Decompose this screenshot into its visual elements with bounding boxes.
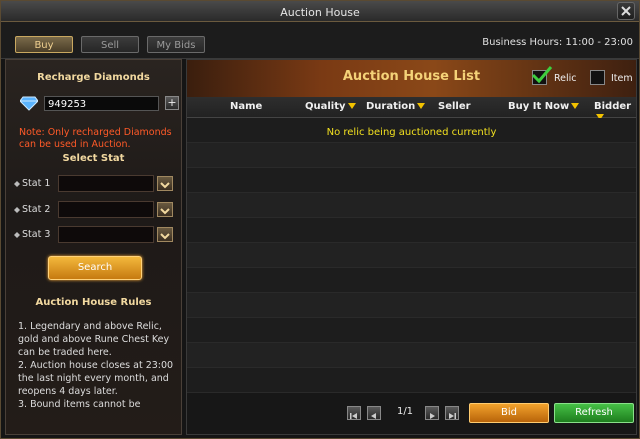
table-row <box>187 218 636 243</box>
column-duration[interactable]: Duration <box>366 101 426 112</box>
table-row <box>187 193 636 218</box>
window-title: Auction House <box>280 6 360 19</box>
sort-arrow-icon <box>571 103 580 109</box>
stat-1-dropdown-button[interactable] <box>157 176 173 191</box>
bullet-icon <box>14 232 20 238</box>
list-header: Name Quality Duration Seller Buy It Now … <box>187 97 636 120</box>
rule-item: 1. Legendary and above Relic, gold and a… <box>18 321 170 358</box>
stat-2-select[interactable] <box>58 201 154 218</box>
first-page-button[interactable] <box>347 406 361 420</box>
stat-label: Stat 3 <box>22 229 51 240</box>
table-row <box>187 243 636 268</box>
column-buy-it-now[interactable]: Buy It Now <box>508 101 580 112</box>
empty-message: No relic being auctioned currently <box>326 127 497 138</box>
column-duration-label: Duration <box>366 101 416 112</box>
bullet-icon <box>14 207 20 213</box>
tab-my-bids[interactable]: My Bids <box>147 36 205 53</box>
bid-button[interactable]: Bid <box>469 403 549 423</box>
search-button[interactable]: Search <box>48 256 142 280</box>
column-name: Name <box>230 101 263 112</box>
last-page-icon <box>449 413 456 419</box>
stat-label: Stat 2 <box>22 204 51 215</box>
next-page-button[interactable] <box>425 406 439 420</box>
stat-row-2: Stat 2 <box>14 201 176 219</box>
tab-sell[interactable]: Sell <box>81 36 139 53</box>
stat-row-3: Stat 3 <box>14 226 176 244</box>
column-quality-label: Quality <box>305 101 346 112</box>
auction-house-window: Auction House Buy Sell My Bids Business … <box>0 0 640 439</box>
first-page-icon <box>350 413 357 419</box>
prev-page-button[interactable] <box>367 406 381 420</box>
stat-3-select[interactable] <box>58 226 154 243</box>
list-banner: Auction House List Relic Item <box>187 60 636 97</box>
next-page-icon <box>430 413 435 419</box>
auction-list-panel: Auction House List Relic Item Name Quali… <box>186 59 637 435</box>
left-panel: Recharge Diamonds 949253 + Note: Only re… <box>5 59 182 435</box>
relic-filter-label: Relic <box>554 73 577 84</box>
diamond-balance: 949253 <box>44 96 159 111</box>
rules-title: Auction House Rules <box>35 297 152 308</box>
title-bar: Auction House <box>1 1 639 22</box>
diamond-note: Note: Only recharged Diamonds can be use… <box>19 127 172 150</box>
business-hours: Business Hours: 11:00 - 23:00 <box>482 37 633 48</box>
tab-buy[interactable]: Buy <box>15 36 73 53</box>
table-row <box>187 368 636 393</box>
table-row <box>187 168 636 193</box>
select-stat-title: Select Stat <box>62 153 125 164</box>
item-checkbox[interactable] <box>590 70 605 85</box>
close-button[interactable] <box>617 2 635 20</box>
column-seller: Seller <box>438 101 471 112</box>
sort-arrow-icon <box>417 103 426 109</box>
diamond-icon <box>20 96 38 111</box>
close-icon <box>621 6 631 16</box>
item-filter-label: Item <box>611 73 633 84</box>
last-page-button[interactable] <box>445 406 459 420</box>
chevron-down-icon <box>160 208 170 215</box>
table-row <box>187 343 636 368</box>
sort-arrow-icon <box>347 103 356 109</box>
recharge-plus-button[interactable]: + <box>165 96 179 110</box>
recharge-title: Recharge Diamonds <box>37 72 150 83</box>
tab-bar: Buy Sell My Bids Business Hours: 11:00 -… <box>1 22 639 59</box>
stat-2-dropdown-button[interactable] <box>157 202 173 217</box>
table-row <box>187 268 636 293</box>
page-indicator: 1/1 <box>396 406 414 417</box>
column-bidder-label: Bidder <box>594 101 632 112</box>
rules-text: 1. Legendary and above Relic, gold and a… <box>18 320 178 411</box>
column-buy-it-now-label: Buy It Now <box>508 101 570 112</box>
relic-checkbox[interactable] <box>531 66 553 85</box>
table-row <box>187 143 636 168</box>
column-quality[interactable]: Quality <box>305 101 356 112</box>
table-row <box>187 293 636 318</box>
stat-label: Stat 1 <box>22 178 51 189</box>
prev-page-icon <box>371 413 376 419</box>
rule-item: 3. Bound items cannot be <box>18 399 141 410</box>
rule-item: 2. Auction house closes at 23:00 the las… <box>18 360 174 397</box>
refresh-button[interactable]: Refresh <box>554 403 634 423</box>
bullet-icon <box>14 181 20 187</box>
table-row <box>187 318 636 343</box>
stat-row-1: Stat 1 <box>14 175 176 193</box>
chevron-down-icon <box>160 233 170 240</box>
stat-1-select[interactable] <box>58 175 154 192</box>
stat-3-dropdown-button[interactable] <box>157 227 173 242</box>
chevron-down-icon <box>160 182 170 189</box>
checkmark-icon <box>531 66 553 84</box>
